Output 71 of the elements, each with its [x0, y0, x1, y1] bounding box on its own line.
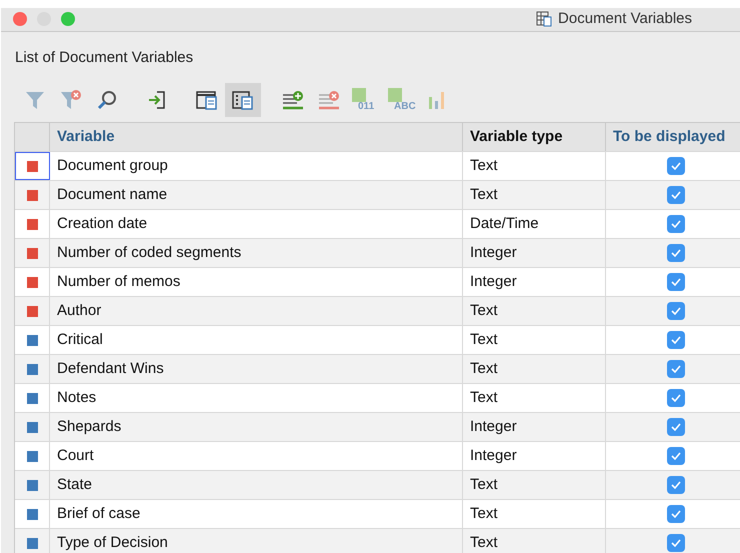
variable-name: Document name [57, 184, 168, 205]
variable-name: Brief of case [57, 504, 140, 524]
variable-type: Text [470, 388, 498, 408]
import-icon [147, 89, 167, 111]
variable-type: Integer [470, 446, 517, 466]
variable-type: Text [470, 474, 498, 495]
checkmark-icon [670, 305, 682, 317]
checkmark-icon [670, 479, 682, 491]
window-title: Document Variables [558, 9, 692, 29]
checkbox[interactable] [667, 215, 685, 233]
checkbox[interactable] [667, 244, 685, 262]
checkmark-icon [670, 537, 682, 549]
checkmark-icon [670, 508, 682, 520]
checkmark-icon [670, 421, 682, 433]
variable-type: Text [470, 504, 498, 524]
add-row-icon [281, 89, 305, 111]
variable-type: Date/Time [470, 214, 539, 234]
filter-clear-icon [59, 89, 83, 111]
variable-type: Integer [470, 242, 517, 263]
variable-type: Text [470, 156, 498, 176]
checkmark-icon [670, 218, 682, 230]
variable-type: Text [470, 358, 498, 379]
variable-name: Number of coded segments [57, 242, 242, 263]
variable-name: Document group [57, 156, 168, 176]
variable-type: Integer [470, 272, 517, 292]
variable-name: Shepards [57, 416, 122, 437]
variable-type: Text [470, 184, 498, 205]
checkmark-icon [670, 392, 682, 404]
row-marker-cell[interactable] [15, 152, 50, 180]
checkmark-icon [670, 450, 682, 462]
variable-name: Number of memos [57, 272, 180, 292]
checkbox[interactable] [667, 389, 685, 407]
checkbox[interactable] [667, 360, 685, 378]
variable-type: Integer [470, 416, 517, 437]
table-icon [536, 11, 552, 28]
checkmark-icon [670, 363, 682, 375]
checkbox[interactable] [667, 302, 685, 320]
checkbox[interactable] [667, 331, 685, 349]
list-heading: List of Document Variables [15, 48, 194, 68]
variable-name: Court [57, 446, 94, 466]
checkmark-icon [670, 160, 682, 172]
variable-name: Creation date [57, 214, 148, 234]
checkmark-icon [670, 247, 682, 259]
document-view-icon [195, 89, 219, 111]
variable-type: Text [470, 330, 498, 350]
checkbox[interactable] [667, 534, 685, 552]
variable-type: Text [470, 300, 498, 321]
variable-name: Type of Decision [57, 532, 168, 553]
search-icon [96, 89, 118, 111]
variable-name: Author [57, 300, 102, 321]
checkbox[interactable] [667, 447, 685, 465]
variable-name: State [57, 474, 92, 495]
checkbox[interactable] [667, 157, 685, 175]
variable-type: Text [470, 532, 498, 553]
zoom-button[interactable] [61, 12, 75, 26]
checkbox[interactable] [667, 505, 685, 523]
filter-icon [24, 89, 46, 111]
variable-name: Defendant Wins [57, 358, 164, 379]
document-list-icon [231, 89, 255, 111]
checkbox[interactable] [667, 418, 685, 436]
toolbar-button[interactable] [225, 83, 261, 117]
close-button[interactable] [13, 12, 27, 26]
variable-name: Notes [57, 388, 96, 408]
checkmark-icon [670, 189, 682, 201]
checkbox[interactable] [667, 273, 685, 291]
remove-row-icon [317, 89, 341, 111]
checkbox[interactable] [667, 476, 685, 494]
variable-name: Critical [57, 330, 103, 350]
checkbox[interactable] [667, 186, 685, 204]
checkmark-icon [670, 334, 682, 346]
checkmark-icon [670, 276, 682, 288]
